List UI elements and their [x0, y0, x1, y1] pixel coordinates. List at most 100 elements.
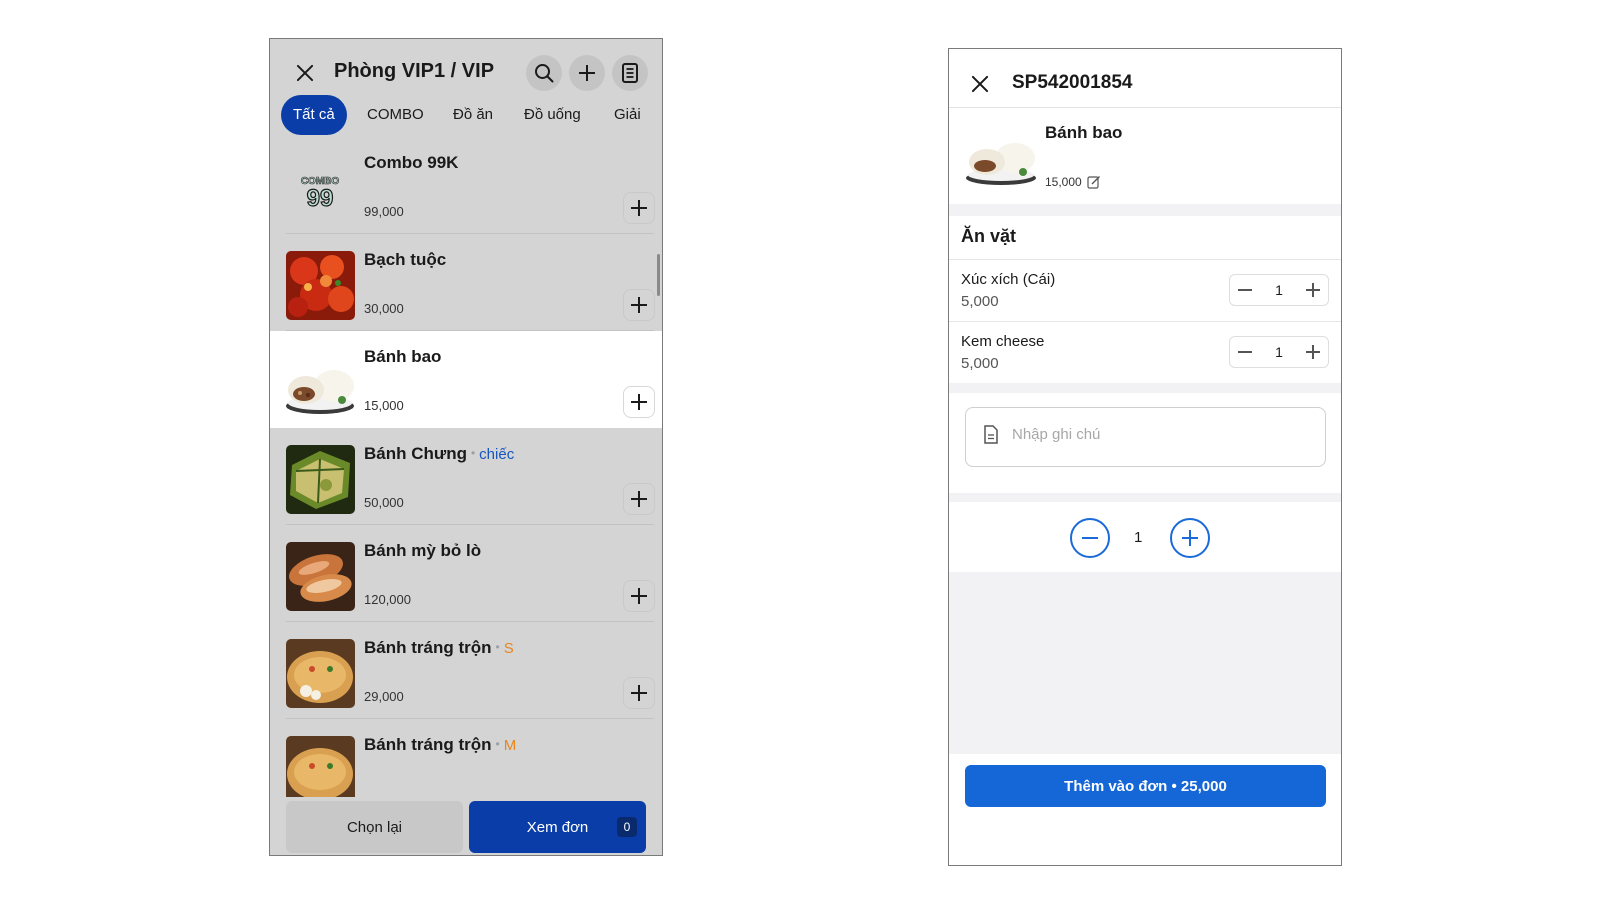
section-gap: [949, 204, 1341, 216]
list-item[interactable]: Bánh mỳ bỏ lò 120,000: [270, 525, 662, 622]
section-gap: [949, 493, 1341, 502]
header: SP542001854: [949, 49, 1341, 108]
separator-dot: •: [495, 737, 500, 751]
plus-icon: [631, 394, 647, 410]
search-button[interactable]: [526, 55, 562, 91]
list-item[interactable]: Bánh tráng trộn • M: [270, 719, 662, 797]
tab-drinks[interactable]: Đồ uống: [524, 95, 581, 135]
item-name: Bánh bao: [364, 347, 442, 366]
close-icon[interactable]: [294, 62, 316, 84]
section-gap: [949, 383, 1341, 393]
section-title: Ăn vặt: [961, 226, 1017, 246]
close-icon[interactable]: [969, 73, 989, 93]
add-item-button[interactable]: [623, 192, 655, 224]
add-to-order-button[interactable]: Thêm vào đơn • 25,000: [965, 765, 1326, 807]
plus-icon[interactable]: [1305, 345, 1320, 359]
scrollbar[interactable]: [657, 254, 660, 296]
item-price: 120,000: [364, 592, 411, 607]
item-variant: chiếc: [479, 446, 515, 463]
add-item-button[interactable]: [623, 289, 655, 321]
minus-icon: [1082, 537, 1098, 539]
tab-entertainment[interactable]: Giải: [614, 95, 641, 135]
minus-icon[interactable]: [1238, 351, 1252, 353]
product-list: COMBO 99 Combo 99K 99,000 Bạch tuộc 30,0…: [270, 137, 662, 797]
option-qty: 1: [1275, 282, 1283, 298]
separator-dot: •: [495, 640, 500, 654]
product-name: Bánh bao: [1045, 123, 1123, 142]
plus-icon: [1182, 530, 1198, 546]
list-item[interactable]: Bánh Chưng • chiếc 50,000: [270, 428, 662, 525]
option-name: Kem cheese: [961, 333, 1045, 350]
banh-trang-tron-image: [286, 639, 355, 708]
plus-icon: [631, 685, 647, 701]
quantity-row: 1: [949, 502, 1341, 572]
item-name: Bánh Chưng • chiếc: [364, 444, 514, 464]
plus-icon: [579, 65, 595, 81]
add-button[interactable]: [569, 55, 605, 91]
tab-all[interactable]: Tất cả: [281, 95, 347, 135]
item-name: Combo 99K: [364, 153, 459, 172]
order-count-badge: 0: [617, 817, 637, 837]
plus-icon: [631, 200, 647, 216]
quantity-value: 1: [1134, 529, 1143, 546]
reset-button[interactable]: Chọn lại: [286, 801, 463, 853]
list-item-selected[interactable]: Bánh bao 15,000: [270, 331, 662, 428]
item-name-text: Bánh tráng trộn: [364, 735, 492, 754]
tab-food[interactable]: Đồ ăn: [453, 95, 493, 135]
product-price: 15,000: [1045, 175, 1082, 189]
option-price: 5,000: [961, 293, 999, 310]
product-price-row: 15,000: [1045, 175, 1101, 189]
bun-image: [286, 348, 355, 417]
item-price: 50,000: [364, 495, 404, 510]
item-name-text: Bánh tráng trộn: [364, 638, 492, 657]
header: Phòng VIP1 / VIP: [270, 39, 662, 103]
reset-label: Chọn lại: [346, 818, 403, 836]
item-price: 29,000: [364, 689, 404, 704]
add-item-button[interactable]: [623, 386, 655, 418]
decrease-button[interactable]: [1070, 518, 1110, 558]
plus-icon[interactable]: [1305, 283, 1320, 297]
add-item-button[interactable]: [623, 580, 655, 612]
increase-button[interactable]: [1170, 518, 1210, 558]
note-icon: [984, 425, 998, 444]
separator-dot: •: [470, 446, 476, 460]
product-detail-screen: SP542001854 Bánh bao 15,000 Ăn vặt Xúc x…: [948, 48, 1342, 866]
quantity-stepper: 1: [1229, 274, 1329, 306]
item-price: 15,000: [364, 398, 404, 413]
product-summary: Bánh bao 15,000: [949, 108, 1341, 204]
edit-icon[interactable]: [1087, 175, 1101, 189]
divider: [949, 259, 1341, 260]
bun-image: [965, 128, 1037, 186]
item-price: 30,000: [364, 301, 404, 316]
note-placeholder: Nhập ghi chú: [1012, 426, 1101, 443]
tab-combo[interactable]: COMBO: [367, 95, 424, 135]
item-name: Bánh tráng trộn • M: [364, 735, 516, 755]
note-input[interactable]: Nhập ghi chú: [965, 407, 1326, 467]
view-order-button[interactable]: Xem đơn 0: [469, 801, 646, 853]
view-order-label: Xem đơn: [526, 818, 589, 836]
item-price: 99,000: [364, 204, 404, 219]
list-item[interactable]: Bánh tráng trộn • S 29,000: [270, 622, 662, 719]
item-name: Bạch tuộc: [364, 250, 447, 269]
product-picker-screen: Phòng VIP1 / VIP Tất cả COMBO Đồ ăn Đồ u…: [269, 38, 663, 856]
banh-chung-image: [286, 445, 355, 514]
add-item-button[interactable]: [623, 677, 655, 709]
octopus-image: [286, 251, 355, 320]
category-tabs: Tất cả COMBO Đồ ăn Đồ uống Giải: [270, 95, 662, 137]
list-item[interactable]: COMBO 99 Combo 99K 99,000: [270, 137, 662, 234]
quantity-stepper: 1: [1229, 336, 1329, 368]
minus-icon[interactable]: [1238, 289, 1252, 291]
combo-logo-image: COMBO 99: [286, 154, 355, 223]
product-code: SP542001854: [1012, 72, 1133, 93]
add-item-button[interactable]: [623, 483, 655, 515]
plus-icon: [631, 588, 647, 604]
search-icon: [535, 64, 554, 83]
order-list-button[interactable]: [612, 55, 648, 91]
option-price: 5,000: [961, 355, 999, 372]
item-name: Bánh tráng trộn • S: [364, 638, 514, 658]
empty-area: [949, 572, 1341, 754]
page-title: Phòng VIP1 / VIP: [334, 60, 495, 82]
item-variant: S: [503, 640, 514, 657]
banh-trang-tron-image: [286, 736, 355, 797]
list-item[interactable]: Bạch tuộc 30,000: [270, 234, 662, 331]
